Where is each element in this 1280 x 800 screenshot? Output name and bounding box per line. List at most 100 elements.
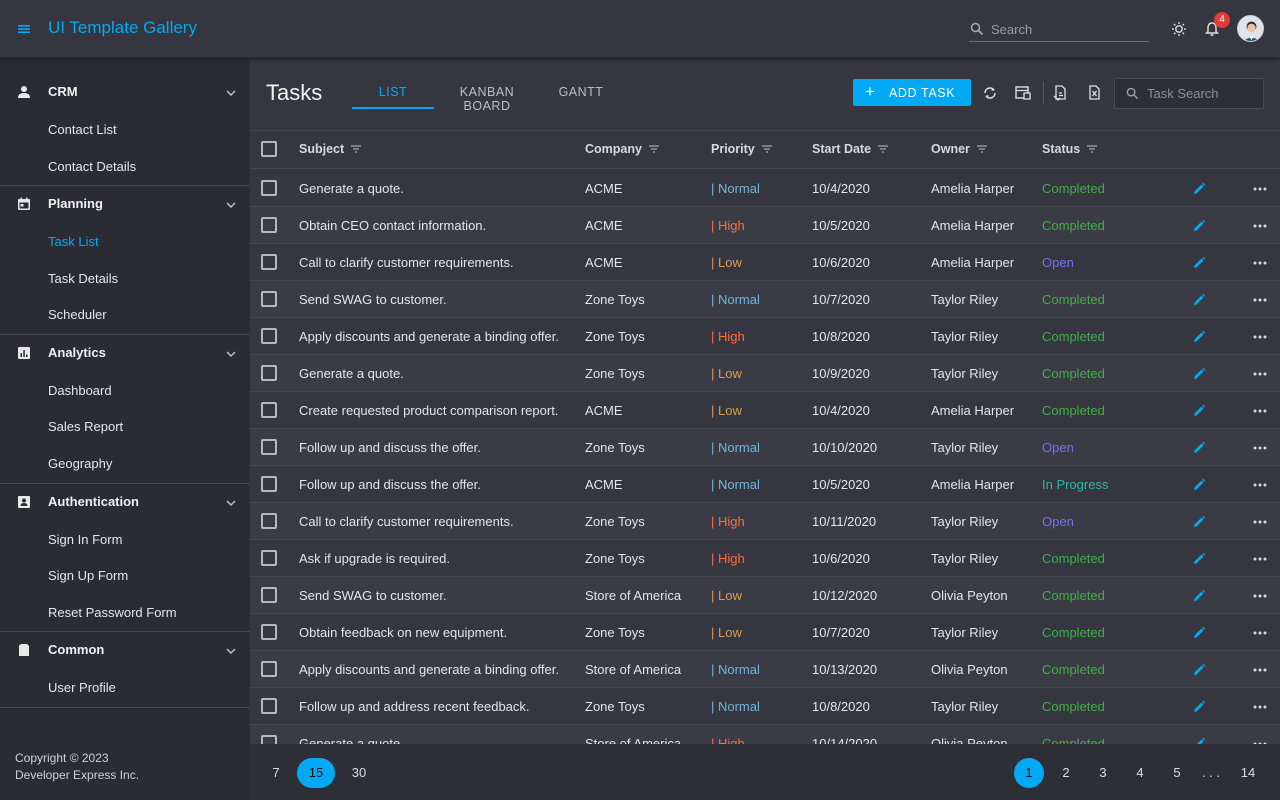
- table-row[interactable]: Create requested product comparison repo…: [250, 392, 1280, 429]
- table-row[interactable]: Obtain feedback on new equipment. Zone To…: [250, 614, 1280, 651]
- table-row[interactable]: Apply discounts and generate a binding o…: [250, 318, 1280, 355]
- row-checkbox[interactable]: [261, 735, 277, 744]
- more-options-icon[interactable]: [1252, 551, 1268, 567]
- more-options-icon[interactable]: [1252, 366, 1268, 382]
- header-search[interactable]: [969, 17, 1149, 42]
- menu-icon[interactable]: [14, 19, 34, 39]
- row-checkbox[interactable]: [261, 402, 277, 418]
- table-row[interactable]: Ask if upgrade is required. Zone Toys | Hi…: [250, 540, 1280, 577]
- row-checkbox[interactable]: [261, 180, 277, 196]
- row-checkbox[interactable]: [261, 661, 277, 677]
- page-3[interactable]: 3: [1088, 758, 1118, 788]
- add-task-button[interactable]: + ADD TASK: [853, 79, 971, 106]
- sidebar-item-sign-in-form[interactable]: Sign In Form: [0, 523, 250, 557]
- app-title[interactable]: UI Template Gallery: [48, 18, 197, 38]
- task-search[interactable]: [1114, 78, 1264, 109]
- table-row[interactable]: Apply discounts and generate a binding o…: [250, 651, 1280, 688]
- sidebar-section-common[interactable]: Common: [0, 632, 250, 668]
- edit-icon[interactable]: [1191, 736, 1207, 744]
- row-checkbox[interactable]: [261, 550, 277, 566]
- task-search-input[interactable]: [1147, 86, 1257, 101]
- table-row[interactable]: Follow up and discuss the offer. Zone Toy…: [250, 429, 1280, 466]
- row-checkbox[interactable]: [261, 698, 277, 714]
- sidebar-item-task-details[interactable]: Task Details: [0, 262, 250, 296]
- edit-icon[interactable]: [1191, 440, 1207, 456]
- more-options-icon[interactable]: [1252, 403, 1268, 419]
- more-options-icon[interactable]: [1252, 292, 1268, 308]
- sidebar-item-task-list[interactable]: Task List: [0, 225, 250, 259]
- table-row[interactable]: Generate a quote. Store of America | High 1…: [250, 725, 1280, 744]
- export-pdf-icon[interactable]: [1051, 83, 1071, 103]
- row-checkbox[interactable]: [261, 439, 277, 455]
- sidebar-section-planning[interactable]: Planning: [0, 186, 250, 222]
- theme-toggle-icon[interactable]: [1169, 19, 1189, 39]
- more-options-icon[interactable]: [1252, 255, 1268, 271]
- filter-icon[interactable]: [877, 144, 889, 154]
- edit-icon[interactable]: [1191, 218, 1207, 234]
- sidebar-item-reset-password-form[interactable]: Reset Password Form: [0, 596, 250, 630]
- more-options-icon[interactable]: [1252, 514, 1268, 530]
- column-header-status[interactable]: Status: [1042, 142, 1098, 156]
- table-row[interactable]: Generate a quote. Zone Toys | Low 10/9/2020…: [250, 355, 1280, 392]
- page-size-30[interactable]: 30: [344, 758, 374, 788]
- page-5[interactable]: 5: [1162, 758, 1192, 788]
- table-row[interactable]: Generate a quote. ACME | Normal 10/4/2020 Am…: [250, 170, 1280, 207]
- edit-icon[interactable]: [1191, 477, 1207, 493]
- row-checkbox[interactable]: [261, 476, 277, 492]
- table-row[interactable]: Follow up and discuss the offer. ACME | No…: [250, 466, 1280, 503]
- more-options-icon[interactable]: [1252, 218, 1268, 234]
- column-header-company[interactable]: Company: [585, 142, 660, 156]
- edit-icon[interactable]: [1191, 255, 1207, 271]
- edit-icon[interactable]: [1191, 551, 1207, 567]
- edit-icon[interactable]: [1191, 292, 1207, 308]
- filter-icon[interactable]: [350, 144, 362, 154]
- more-options-icon[interactable]: [1252, 329, 1268, 345]
- more-options-icon[interactable]: [1252, 477, 1268, 493]
- row-checkbox[interactable]: [261, 217, 277, 233]
- page-1[interactable]: 1: [1014, 758, 1044, 788]
- column-header-priority[interactable]: Priority: [711, 142, 773, 156]
- row-checkbox[interactable]: [261, 254, 277, 270]
- filter-icon[interactable]: [976, 144, 988, 154]
- filter-icon[interactable]: [761, 144, 773, 154]
- page-4[interactable]: 4: [1125, 758, 1155, 788]
- row-checkbox[interactable]: [261, 365, 277, 381]
- row-checkbox[interactable]: [261, 587, 277, 603]
- edit-icon[interactable]: [1191, 625, 1207, 641]
- page-size-7[interactable]: 7: [261, 758, 291, 788]
- table-row[interactable]: Follow up and address recent feedback. Zo…: [250, 688, 1280, 725]
- sidebar-item-contact-details[interactable]: Contact Details: [0, 150, 250, 184]
- header-search-input[interactable]: [991, 21, 1141, 38]
- edit-icon[interactable]: [1191, 699, 1207, 715]
- export-xlsx-icon[interactable]: [1085, 83, 1105, 103]
- edit-icon[interactable]: [1191, 588, 1207, 604]
- sidebar-section-analytics[interactable]: Analytics: [0, 335, 250, 371]
- row-checkbox[interactable]: [261, 291, 277, 307]
- select-all-checkbox[interactable]: [261, 141, 277, 157]
- column-chooser-icon[interactable]: [1013, 83, 1033, 103]
- tab-list[interactable]: LIST: [352, 85, 434, 109]
- page-size-15[interactable]: 15: [297, 758, 335, 788]
- column-header-subject[interactable]: Subject: [299, 142, 362, 156]
- sidebar-item-user-profile[interactable]: User Profile: [0, 671, 250, 705]
- edit-icon[interactable]: [1191, 329, 1207, 345]
- filter-icon[interactable]: [648, 144, 660, 154]
- sidebar-item-contact-list[interactable]: Contact List: [0, 113, 250, 147]
- page-14[interactable]: 14: [1233, 758, 1263, 788]
- row-checkbox[interactable]: [261, 328, 277, 344]
- sidebar-section-authentication[interactable]: Authentication: [0, 484, 250, 520]
- sidebar-section-crm[interactable]: CRM: [0, 74, 250, 110]
- edit-icon[interactable]: [1191, 514, 1207, 530]
- more-options-icon[interactable]: [1252, 588, 1268, 604]
- table-row[interactable]: Call to clarify customer requirements. Zo…: [250, 503, 1280, 540]
- sidebar-item-sign-up-form[interactable]: Sign Up Form: [0, 559, 250, 593]
- edit-icon[interactable]: [1191, 366, 1207, 382]
- table-row[interactable]: Obtain CEO contact information. ACME | Hig…: [250, 207, 1280, 244]
- filter-icon[interactable]: [1086, 144, 1098, 154]
- table-row[interactable]: Call to clarify customer requirements. AC…: [250, 244, 1280, 281]
- tab-kanban-board[interactable]: KANBAN BOARD: [436, 85, 538, 113]
- sidebar-item-dashboard[interactable]: Dashboard: [0, 374, 250, 408]
- sidebar-item-scheduler[interactable]: Scheduler: [0, 298, 250, 332]
- table-row[interactable]: Send SWAG to customer. Zone Toys | Normal 1…: [250, 281, 1280, 318]
- more-options-icon[interactable]: [1252, 699, 1268, 715]
